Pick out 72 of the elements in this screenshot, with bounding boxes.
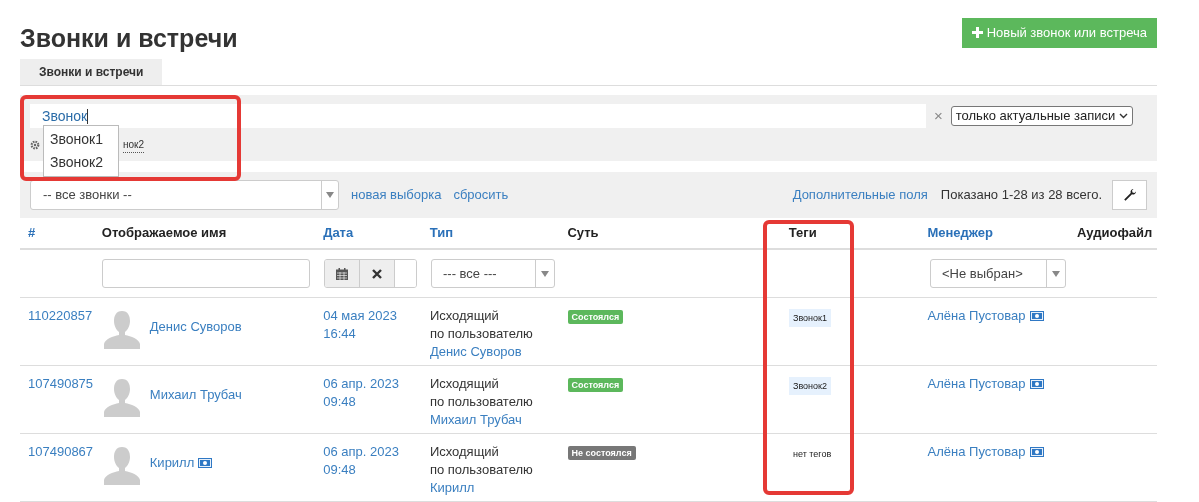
settings-button[interactable]	[1112, 180, 1147, 210]
contact-name-link[interactable]: Денис Суворов	[149, 319, 242, 334]
caret-icon	[1052, 270, 1060, 277]
call-direction: Исходящий	[429, 307, 499, 325]
user-link[interactable]: Михаил Трубач	[429, 411, 522, 429]
column-header: Аудиофайл	[1077, 225, 1153, 241]
column-header: Отображаемое имя	[101, 225, 227, 241]
manager-link[interactable]: Алёна Пустовар	[927, 376, 1026, 391]
contact-name-link[interactable]: Кирилл	[149, 455, 195, 470]
wrench-icon	[1122, 188, 1137, 202]
column-header-link[interactable]: Тип	[429, 225, 454, 241]
status-badge: Состоялся	[567, 378, 624, 392]
caret-icon	[326, 192, 334, 198]
user-link[interactable]: Денис Суворов	[429, 343, 522, 361]
clear-button[interactable]: ×	[934, 104, 943, 128]
banknote-icon	[1029, 379, 1044, 389]
call-id-link[interactable]: 107490867	[28, 444, 94, 459]
no-tags-text: нет тегов	[792, 448, 832, 461]
call-id-link[interactable]: 107490875	[28, 376, 94, 391]
page-title: Звонки и встречи	[20, 26, 238, 51]
tab[interactable]: Звонки и встречи	[20, 59, 163, 85]
scope-select[interactable]: только актуальные записи	[950, 106, 1134, 126]
call-date: 06 апр. 2023	[323, 375, 399, 393]
call-via: по пользователю	[429, 325, 533, 343]
contact-name-link[interactable]: Михаил Трубач	[149, 387, 242, 402]
date-filter-control[interactable]	[324, 259, 417, 288]
filter-link[interactable]: новая выборка	[351, 185, 442, 205]
banknote-icon	[1029, 311, 1044, 321]
suggestion-item[interactable]: Звонок2	[44, 151, 118, 174]
status-badge: Не состоялся	[567, 446, 636, 460]
type-filter-select[interactable]: --- все ---	[431, 259, 555, 288]
call-id-link[interactable]: 110220857	[28, 308, 93, 323]
call-time: 09:48	[323, 461, 356, 479]
close-icon	[372, 268, 382, 279]
call-direction: Исходящий	[429, 375, 499, 393]
avatar-silhouette	[101, 309, 142, 349]
tag-chip[interactable]: Звонок1	[789, 309, 832, 327]
results-count: Показано 1-28 из 28 всего.	[940, 186, 1102, 205]
new-call-button[interactable]: Новый звонок или встреча	[961, 17, 1157, 48]
chevron-icon	[1119, 113, 1129, 119]
banknote-icon	[1029, 447, 1044, 457]
extra-fields-link[interactable]: Дополнительные поля	[792, 185, 928, 205]
call-time: 16:44	[323, 325, 356, 343]
tag-chip[interactable]: Звонок2	[789, 377, 832, 395]
name-filter-field[interactable]	[102, 259, 310, 288]
tag-link[interactable]: нок2	[123, 137, 145, 153]
column-header-link[interactable]: Менеджер	[927, 225, 994, 241]
manager-filter-select[interactable]: <Не выбран>	[930, 259, 1066, 288]
call-direction: Исходящий	[429, 443, 499, 461]
avatar-silhouette	[101, 445, 142, 485]
avatar-silhouette	[101, 377, 142, 417]
caret-icon	[541, 270, 549, 277]
calls-select[interactable]: -- все звонки --	[30, 180, 339, 210]
user-link[interactable]: Кирилл	[429, 479, 475, 497]
call-via: по пользователю	[429, 393, 533, 411]
calendar-icon	[336, 267, 348, 280]
suggestion-item[interactable]: Звонок1	[44, 128, 118, 151]
status-badge: Состоялся	[567, 310, 624, 324]
search-field[interactable]: Звонок	[30, 104, 926, 128]
column-header: Теги	[788, 225, 817, 241]
filter-link[interactable]: сбросить	[453, 185, 509, 205]
call-date: 06 апр. 2023	[323, 443, 399, 461]
call-time: 09:48	[323, 393, 356, 411]
column-header-link[interactable]: #	[28, 225, 36, 241]
call-via: по пользователю	[429, 461, 533, 479]
gear-icon	[30, 140, 40, 150]
column-header: Суть	[567, 225, 599, 241]
manager-link[interactable]: Алёна Пустовар	[927, 308, 1026, 323]
column-header-link[interactable]: Дата	[323, 225, 354, 241]
manager-link[interactable]: Алёна Пустовар	[927, 444, 1026, 459]
call-date: 04 мая 2023	[323, 307, 397, 325]
plus-icon	[971, 27, 983, 38]
